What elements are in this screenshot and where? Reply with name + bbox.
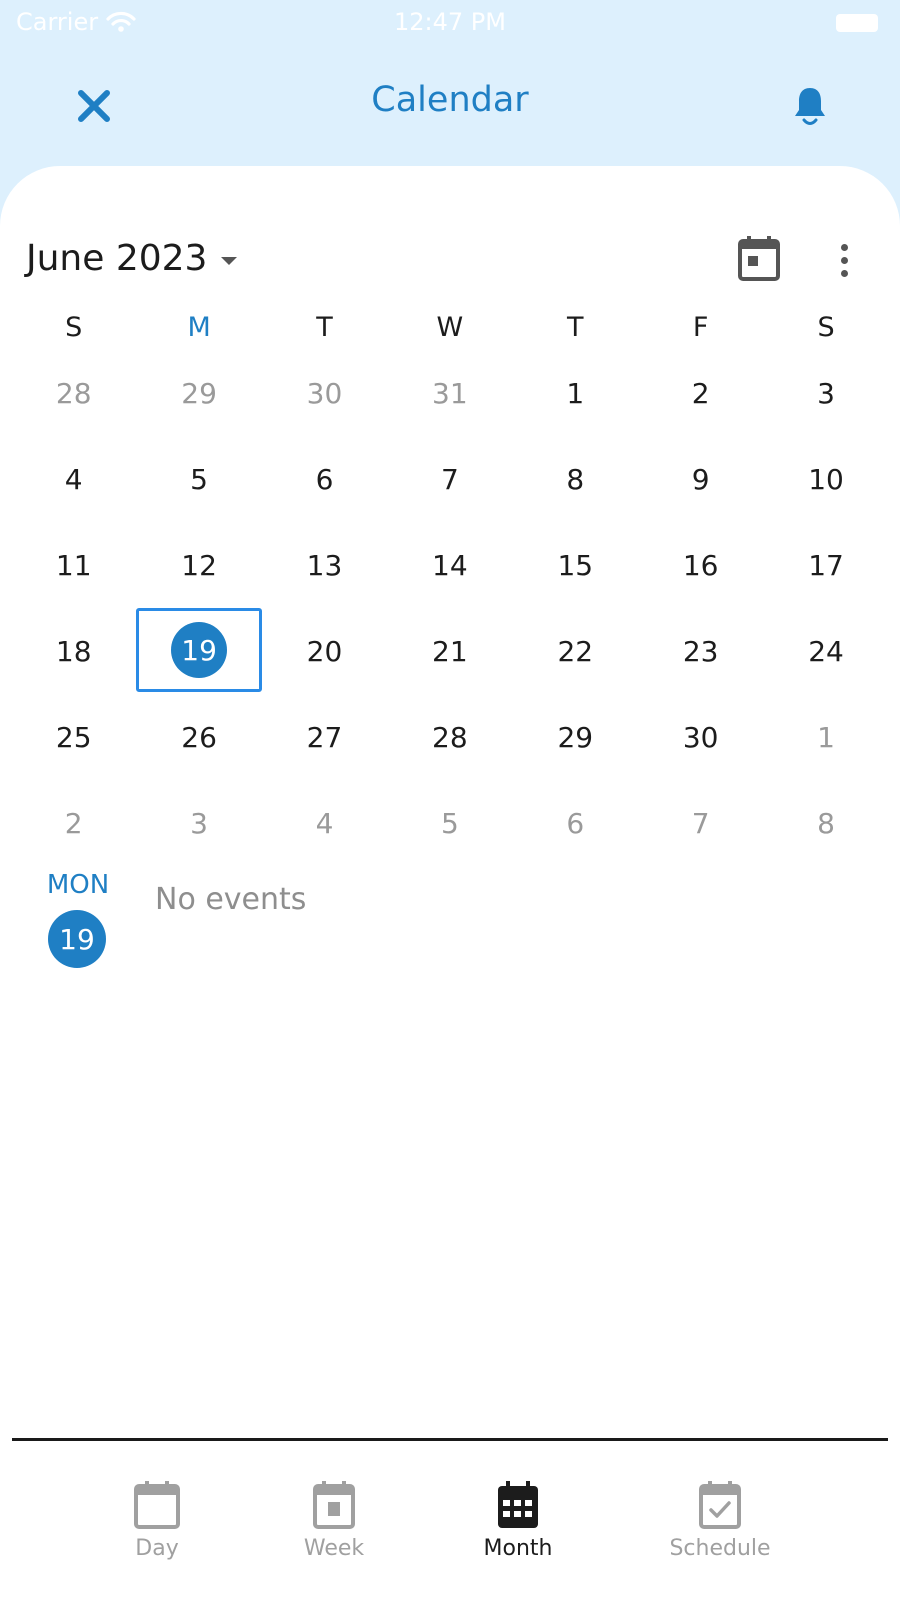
agenda-section: MON 19 No events — [0, 866, 900, 986]
schedule-calendar-icon — [699, 1481, 741, 1529]
no-events-text: No events — [155, 882, 307, 917]
day-cell[interactable]: 29 — [513, 694, 638, 780]
app-header: Calendar — [0, 48, 900, 168]
week-row: 28 29 30 31 1 2 3 — [11, 350, 889, 436]
more-options-button[interactable] — [826, 236, 862, 284]
week-row: 2345678 — [11, 780, 889, 866]
today-marker: 19 — [171, 622, 228, 678]
day-cell[interactable]: 1 — [513, 350, 638, 436]
close-button[interactable] — [66, 78, 122, 134]
status-time: 12:47 PM — [394, 8, 506, 36]
day-cell[interactable]: 7 — [638, 780, 763, 866]
day-cell[interactable]: 25 — [11, 694, 136, 780]
day-cell[interactable]: 17 — [763, 522, 888, 608]
week-row: 4 5 6 7 8 9 10 — [11, 436, 889, 522]
tab-label: Week — [303, 1536, 365, 1561]
day-cell[interactable]: 4 — [11, 436, 136, 522]
day-cell[interactable]: 30 — [638, 694, 763, 780]
week-row: 18 19 20 21 22 23 24 — [11, 608, 889, 694]
notifications-button[interactable] — [782, 78, 838, 134]
tab-label: Schedule — [669, 1536, 771, 1561]
day-cell[interactable]: 21 — [387, 608, 512, 694]
day-cell[interactable]: 1 — [763, 694, 888, 780]
more-dot-icon — [840, 269, 848, 277]
day-cell[interactable]: 9 — [638, 436, 763, 522]
day-cell[interactable]: 29 — [136, 350, 261, 436]
month-picker[interactable]: June 2023 — [26, 238, 238, 279]
month-grid: 28 29 30 31 1 2 3 4 5 6 7 8 9 10 11 12 13 14 15 16 17 18 19 20 2… — [11, 350, 889, 866]
day-cell[interactable]: 27 — [262, 694, 387, 780]
tab-label: Day — [135, 1536, 179, 1561]
day-cell[interactable]: 7 — [387, 436, 512, 522]
day-cell[interactable]: 10 — [763, 436, 888, 522]
day-cell[interactable]: 11 — [11, 522, 136, 608]
day-cell[interactable]: 20 — [262, 608, 387, 694]
weekday-label: S — [65, 312, 83, 343]
tab-month[interactable]: Month — [448, 1480, 588, 1580]
day-cell[interactable]: 3 — [136, 780, 261, 866]
week-row: 11 12 13 14 15 16 17 — [11, 522, 889, 608]
day-cell[interactable]: 5 — [136, 436, 261, 522]
tab-schedule[interactable]: Schedule — [650, 1480, 790, 1580]
day-cell[interactable]: 2 — [11, 780, 136, 866]
day-cell[interactable]: 23 — [638, 608, 763, 694]
tab-week[interactable]: Week — [264, 1480, 404, 1580]
status-bar: Carrier 12:47 PM — [0, 0, 900, 48]
day-cell[interactable]: 6 — [262, 436, 387, 522]
today-button[interactable] — [736, 234, 782, 284]
day-cell[interactable]: 13 — [262, 522, 387, 608]
day-cell[interactable]: 6 — [513, 780, 638, 866]
calendar-today-icon — [738, 236, 780, 281]
weekday-label: M — [187, 312, 211, 343]
day-cell[interactable]: 8 — [513, 436, 638, 522]
day-cell[interactable]: 5 — [387, 780, 512, 866]
weekday-header: SMTWTFS — [11, 312, 889, 352]
day-cell[interactable]: 30 — [262, 350, 387, 436]
day-cell[interactable]: 24 — [763, 608, 888, 694]
month-label: June 2023 — [26, 238, 208, 279]
day-cell[interactable]: 14 — [387, 522, 512, 608]
tab-day[interactable]: Day — [87, 1480, 227, 1580]
weekday-label: W — [436, 312, 464, 343]
bottom-tab-bar: Day Week Month Schedule — [0, 1444, 900, 1598]
day-cell[interactable]: 8 — [763, 780, 888, 866]
day-cell[interactable]: 2 — [638, 350, 763, 436]
weekday-label: F — [692, 312, 709, 343]
tab-label: Month — [483, 1536, 553, 1561]
week-calendar-icon — [313, 1481, 355, 1529]
bell-icon — [795, 88, 825, 125]
day-cell[interactable]: 22 — [513, 608, 638, 694]
day-cell[interactable]: 15 — [513, 522, 638, 608]
month-calendar-icon — [498, 1481, 538, 1528]
weekday-label: T — [567, 312, 584, 343]
tabbar-divider — [12, 1438, 888, 1441]
day-cell[interactable]: 28 — [387, 694, 512, 780]
caret-down-icon — [221, 256, 238, 265]
day-calendar-icon — [134, 1481, 180, 1529]
day-cell[interactable]: 4 — [262, 780, 387, 866]
close-icon — [78, 90, 110, 122]
day-cell[interactable]: 18 — [11, 608, 136, 694]
more-dot-icon — [840, 243, 848, 251]
page-title: Calendar — [371, 80, 529, 120]
more-dot-icon — [840, 256, 848, 264]
day-cell[interactable]: 28 — [11, 350, 136, 436]
battery-icon — [836, 14, 878, 32]
agenda-weekday: MON — [46, 870, 110, 900]
agenda-day-badge[interactable]: 19 — [48, 910, 106, 968]
day-cell[interactable]: 26 — [136, 694, 261, 780]
day-cell[interactable]: 16 — [638, 522, 763, 608]
calendar-card: June 2023 SMTWTFS 28 29 30 31 1 2 3 4 5 6 7 8 9 10 11 1… — [0, 166, 900, 1598]
day-cell[interactable]: 3 — [763, 350, 888, 436]
day-cell[interactable]: 31 — [387, 350, 512, 436]
weekday-label: T — [316, 312, 333, 343]
day-cell[interactable]: 12 — [136, 522, 261, 608]
weekday-label: S — [817, 312, 835, 343]
day-cell-selected[interactable]: 19 — [136, 608, 262, 692]
week-row: 25 26 27 28 29 30 1 — [11, 694, 889, 780]
